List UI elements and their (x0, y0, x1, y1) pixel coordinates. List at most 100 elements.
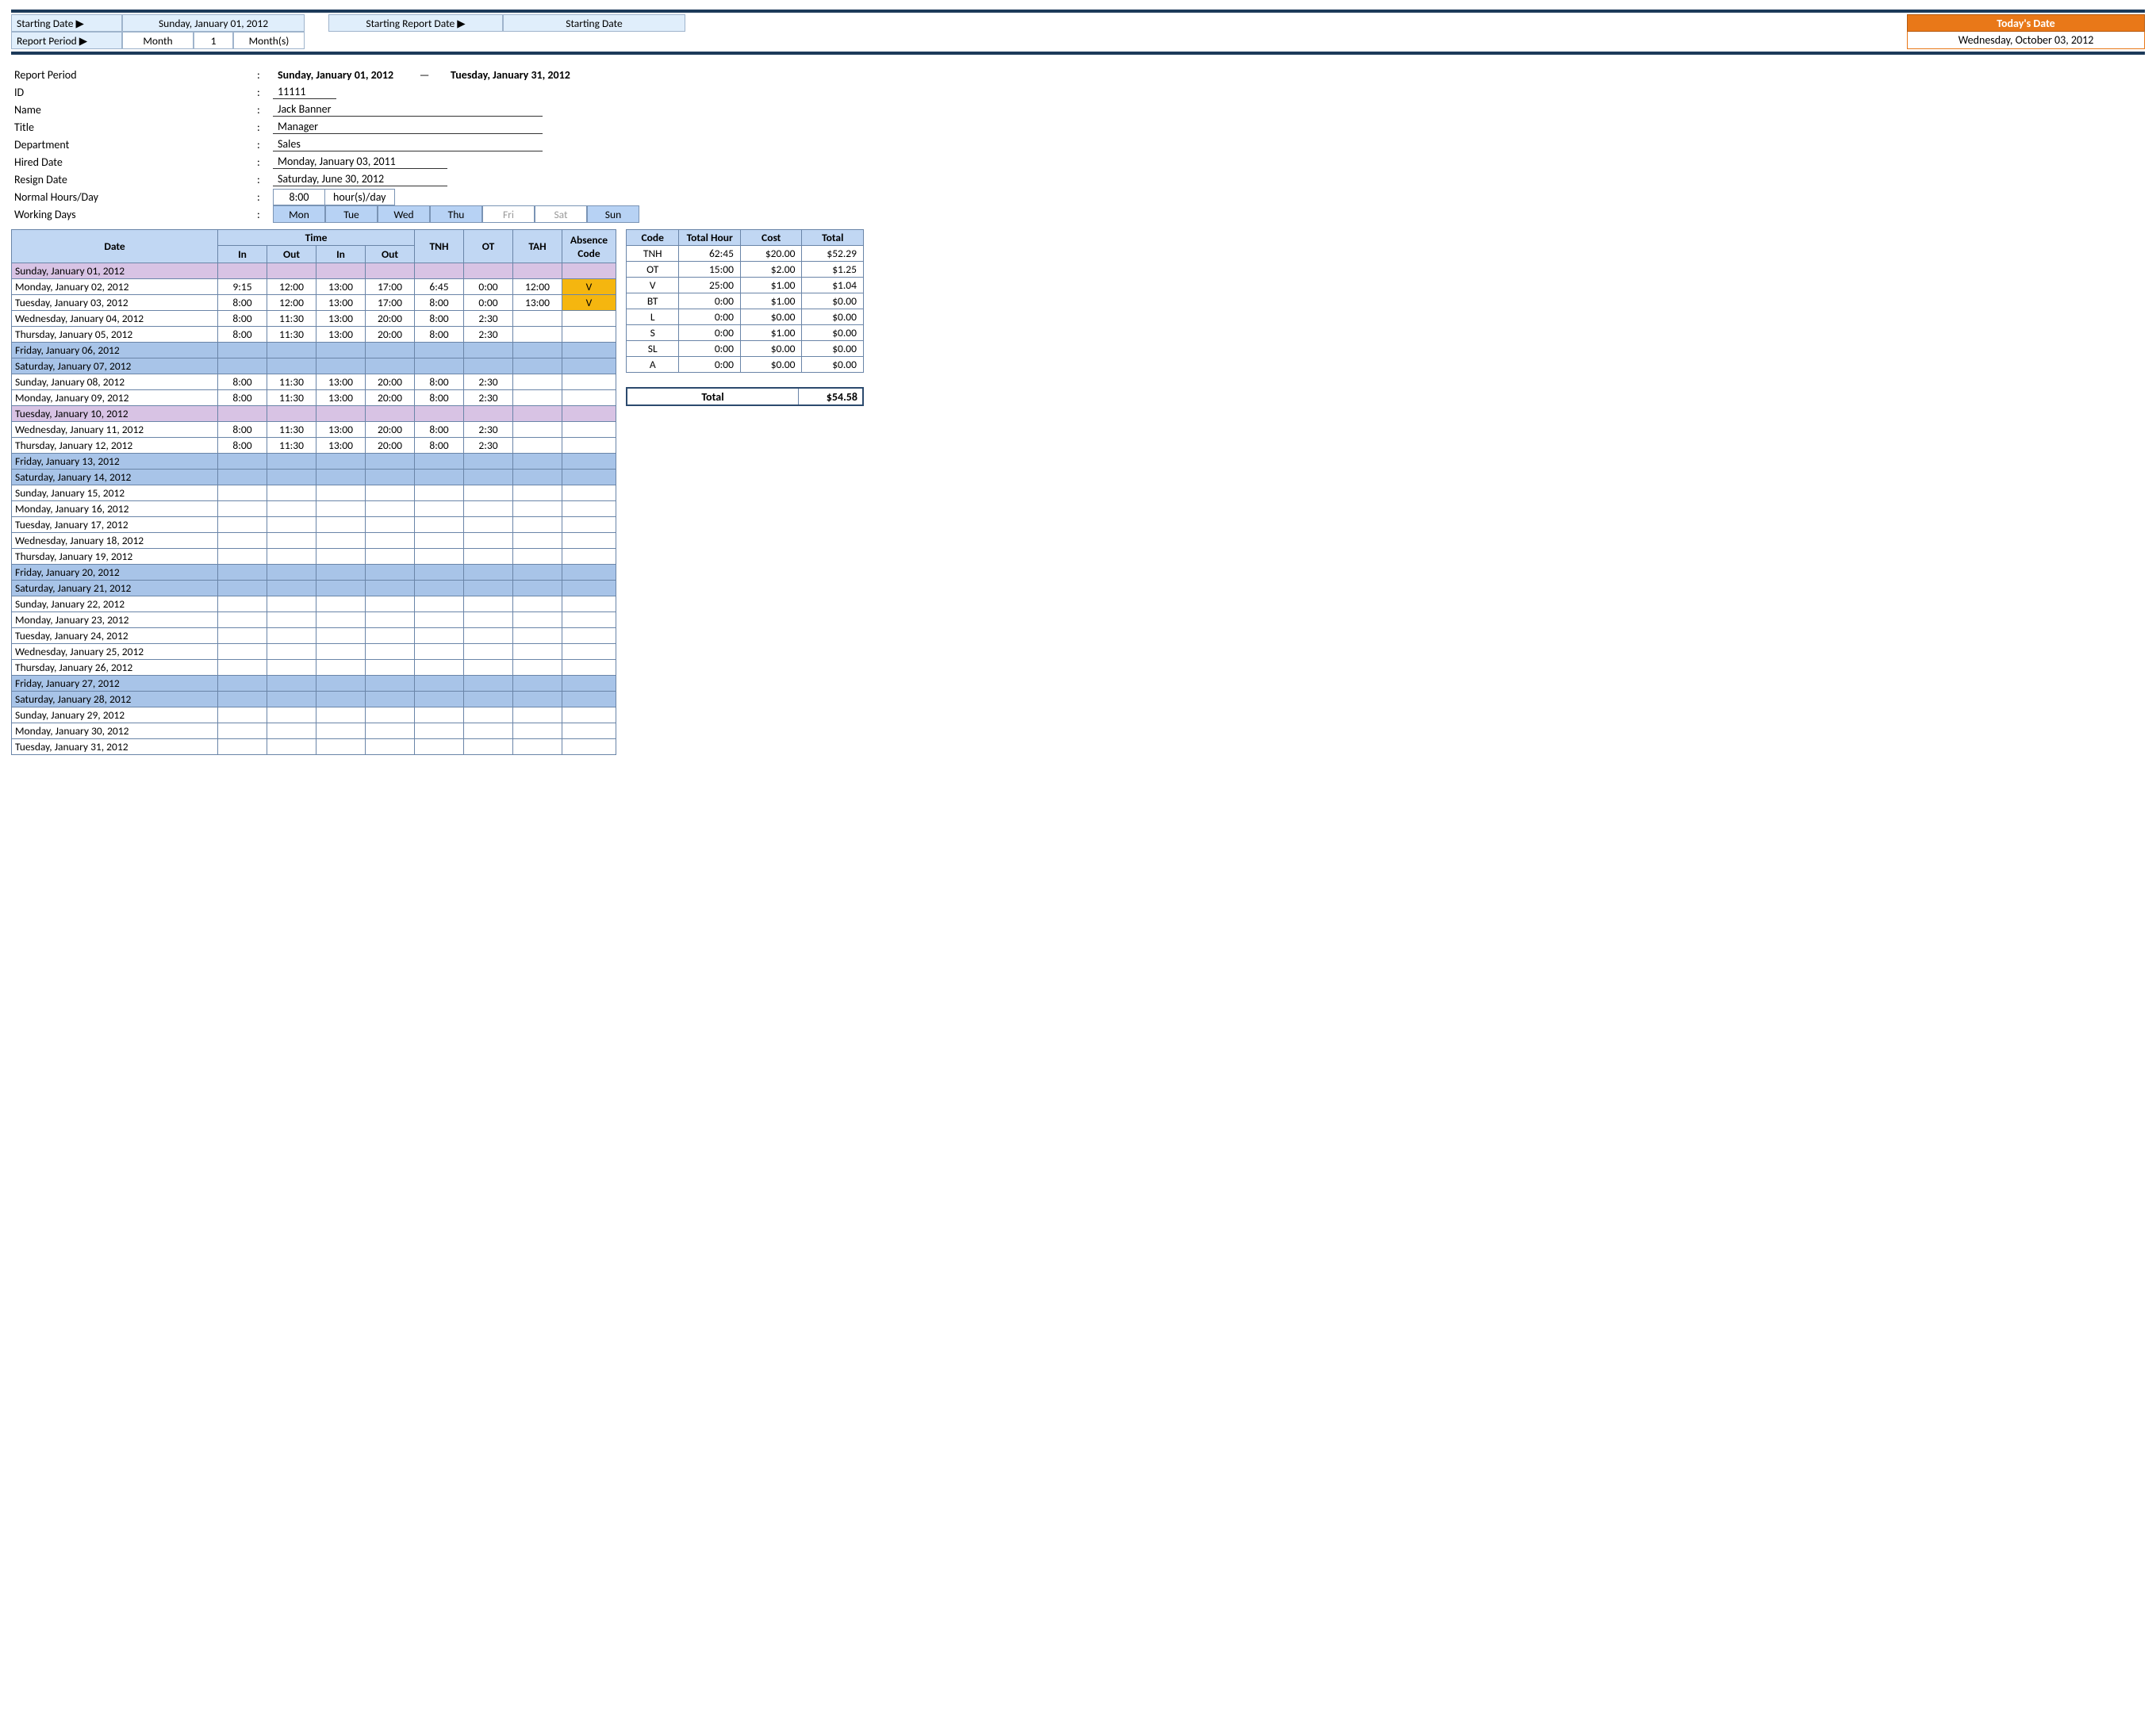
cell-ot[interactable] (464, 454, 513, 470)
cell-absence[interactable] (562, 723, 616, 739)
cell-absence[interactable] (562, 343, 616, 358)
cell-time-out2[interactable] (366, 581, 415, 596)
working-day-tue[interactable]: Tue (325, 205, 378, 223)
cell-ot[interactable] (464, 739, 513, 755)
cell-ot[interactable]: 0:00 (464, 295, 513, 311)
cell-time-in1[interactable]: 8:00 (218, 327, 267, 343)
info-resign-value[interactable]: Saturday, June 30, 2012 (273, 172, 447, 186)
cell-time-in1[interactable]: 9:15 (218, 279, 267, 295)
cell-absence[interactable] (562, 517, 616, 533)
cell-time-out2[interactable] (366, 517, 415, 533)
info-title-value[interactable]: Manager (273, 120, 543, 134)
info-department-value[interactable]: Sales (273, 137, 543, 151)
cell-time-in2[interactable] (316, 596, 366, 612)
cell-tah[interactable] (513, 596, 562, 612)
cell-time-out2[interactable] (366, 549, 415, 565)
cell-time-in2[interactable]: 13:00 (316, 438, 366, 454)
cell-time-in1[interactable] (218, 707, 267, 723)
cell-time-in2[interactable]: 13:00 (316, 279, 366, 295)
cell-time-out1[interactable] (267, 533, 316, 549)
cell-time-out1[interactable] (267, 739, 316, 755)
cell-time-in2[interactable] (316, 644, 366, 660)
cell-time-out1[interactable]: 11:30 (267, 311, 316, 327)
cell-time-out1[interactable] (267, 707, 316, 723)
cell-tnh[interactable] (415, 533, 464, 549)
cell-time-in2[interactable] (316, 739, 366, 755)
cell-tah[interactable] (513, 612, 562, 628)
cell-tnh[interactable] (415, 517, 464, 533)
cell-time-in1[interactable] (218, 263, 267, 279)
cell-absence[interactable] (562, 660, 616, 676)
cell-ot[interactable]: 2:30 (464, 422, 513, 438)
cell-time-out2[interactable] (366, 263, 415, 279)
cell-ot[interactable]: 2:30 (464, 327, 513, 343)
cell-ot[interactable] (464, 644, 513, 660)
cell-tah[interactable] (513, 533, 562, 549)
cell-tnh[interactable]: 6:45 (415, 279, 464, 295)
cell-absence[interactable]: V (562, 295, 616, 311)
cell-absence[interactable] (562, 263, 616, 279)
cell-tah[interactable] (513, 422, 562, 438)
cell-time-out2[interactable] (366, 660, 415, 676)
cell-time-out2[interactable] (366, 692, 415, 707)
cell-time-in1[interactable]: 8:00 (218, 374, 267, 390)
cell-tnh[interactable]: 8:00 (415, 390, 464, 406)
cell-time-out2[interactable] (366, 470, 415, 485)
cell-tah[interactable] (513, 676, 562, 692)
cell-time-out2[interactable]: 17:00 (366, 279, 415, 295)
cell-time-in1[interactable]: 8:00 (218, 422, 267, 438)
cell-time-out1[interactable] (267, 692, 316, 707)
cell-tah[interactable] (513, 454, 562, 470)
cell-tah[interactable] (513, 723, 562, 739)
cell-tnh[interactable] (415, 660, 464, 676)
cell-tah[interactable] (513, 692, 562, 707)
cell-time-in2[interactable] (316, 533, 366, 549)
cell-absence[interactable] (562, 581, 616, 596)
cell-time-out1[interactable] (267, 612, 316, 628)
cell-time-out2[interactable] (366, 358, 415, 374)
cell-absence[interactable] (562, 628, 616, 644)
cell-time-out2[interactable] (366, 454, 415, 470)
cell-time-out1[interactable] (267, 454, 316, 470)
cell-time-in1[interactable] (218, 343, 267, 358)
cell-ot[interactable] (464, 343, 513, 358)
cell-tah[interactable] (513, 628, 562, 644)
cell-time-out1[interactable] (267, 501, 316, 517)
cell-time-out1[interactable] (267, 644, 316, 660)
cell-time-out1[interactable] (267, 660, 316, 676)
cell-tah[interactable] (513, 485, 562, 501)
cell-tah[interactable] (513, 707, 562, 723)
cell-time-out2[interactable] (366, 612, 415, 628)
cell-tnh[interactable] (415, 692, 464, 707)
cell-ot[interactable]: 2:30 (464, 311, 513, 327)
cell-tnh[interactable] (415, 628, 464, 644)
cell-absence[interactable] (562, 644, 616, 660)
cell-time-out1[interactable] (267, 565, 316, 581)
cell-time-in2[interactable]: 13:00 (316, 327, 366, 343)
cell-ot[interactable] (464, 723, 513, 739)
cell-ot[interactable] (464, 707, 513, 723)
cell-absence[interactable] (562, 739, 616, 755)
cell-ot[interactable] (464, 406, 513, 422)
cell-ot[interactable] (464, 676, 513, 692)
cell-time-in2[interactable] (316, 343, 366, 358)
cell-time-in2[interactable] (316, 660, 366, 676)
cell-tah[interactable] (513, 263, 562, 279)
cell-tnh[interactable] (415, 723, 464, 739)
cell-time-in2[interactable] (316, 723, 366, 739)
info-name-value[interactable]: Jack Banner (273, 102, 543, 117)
cell-time-in1[interactable] (218, 549, 267, 565)
cell-time-in1[interactable] (218, 406, 267, 422)
cell-time-out1[interactable]: 11:30 (267, 422, 316, 438)
cell-time-in1[interactable] (218, 628, 267, 644)
cell-time-out2[interactable] (366, 565, 415, 581)
cell-time-out1[interactable] (267, 343, 316, 358)
info-hired-value[interactable]: Monday, January 03, 2011 (273, 155, 447, 169)
cell-ot[interactable]: 0:00 (464, 279, 513, 295)
cell-time-in2[interactable] (316, 628, 366, 644)
cell-time-out2[interactable] (366, 676, 415, 692)
cell-time-in2[interactable] (316, 692, 366, 707)
cell-ot[interactable] (464, 517, 513, 533)
cell-time-out1[interactable]: 12:00 (267, 295, 316, 311)
cell-time-out1[interactable]: 11:30 (267, 374, 316, 390)
